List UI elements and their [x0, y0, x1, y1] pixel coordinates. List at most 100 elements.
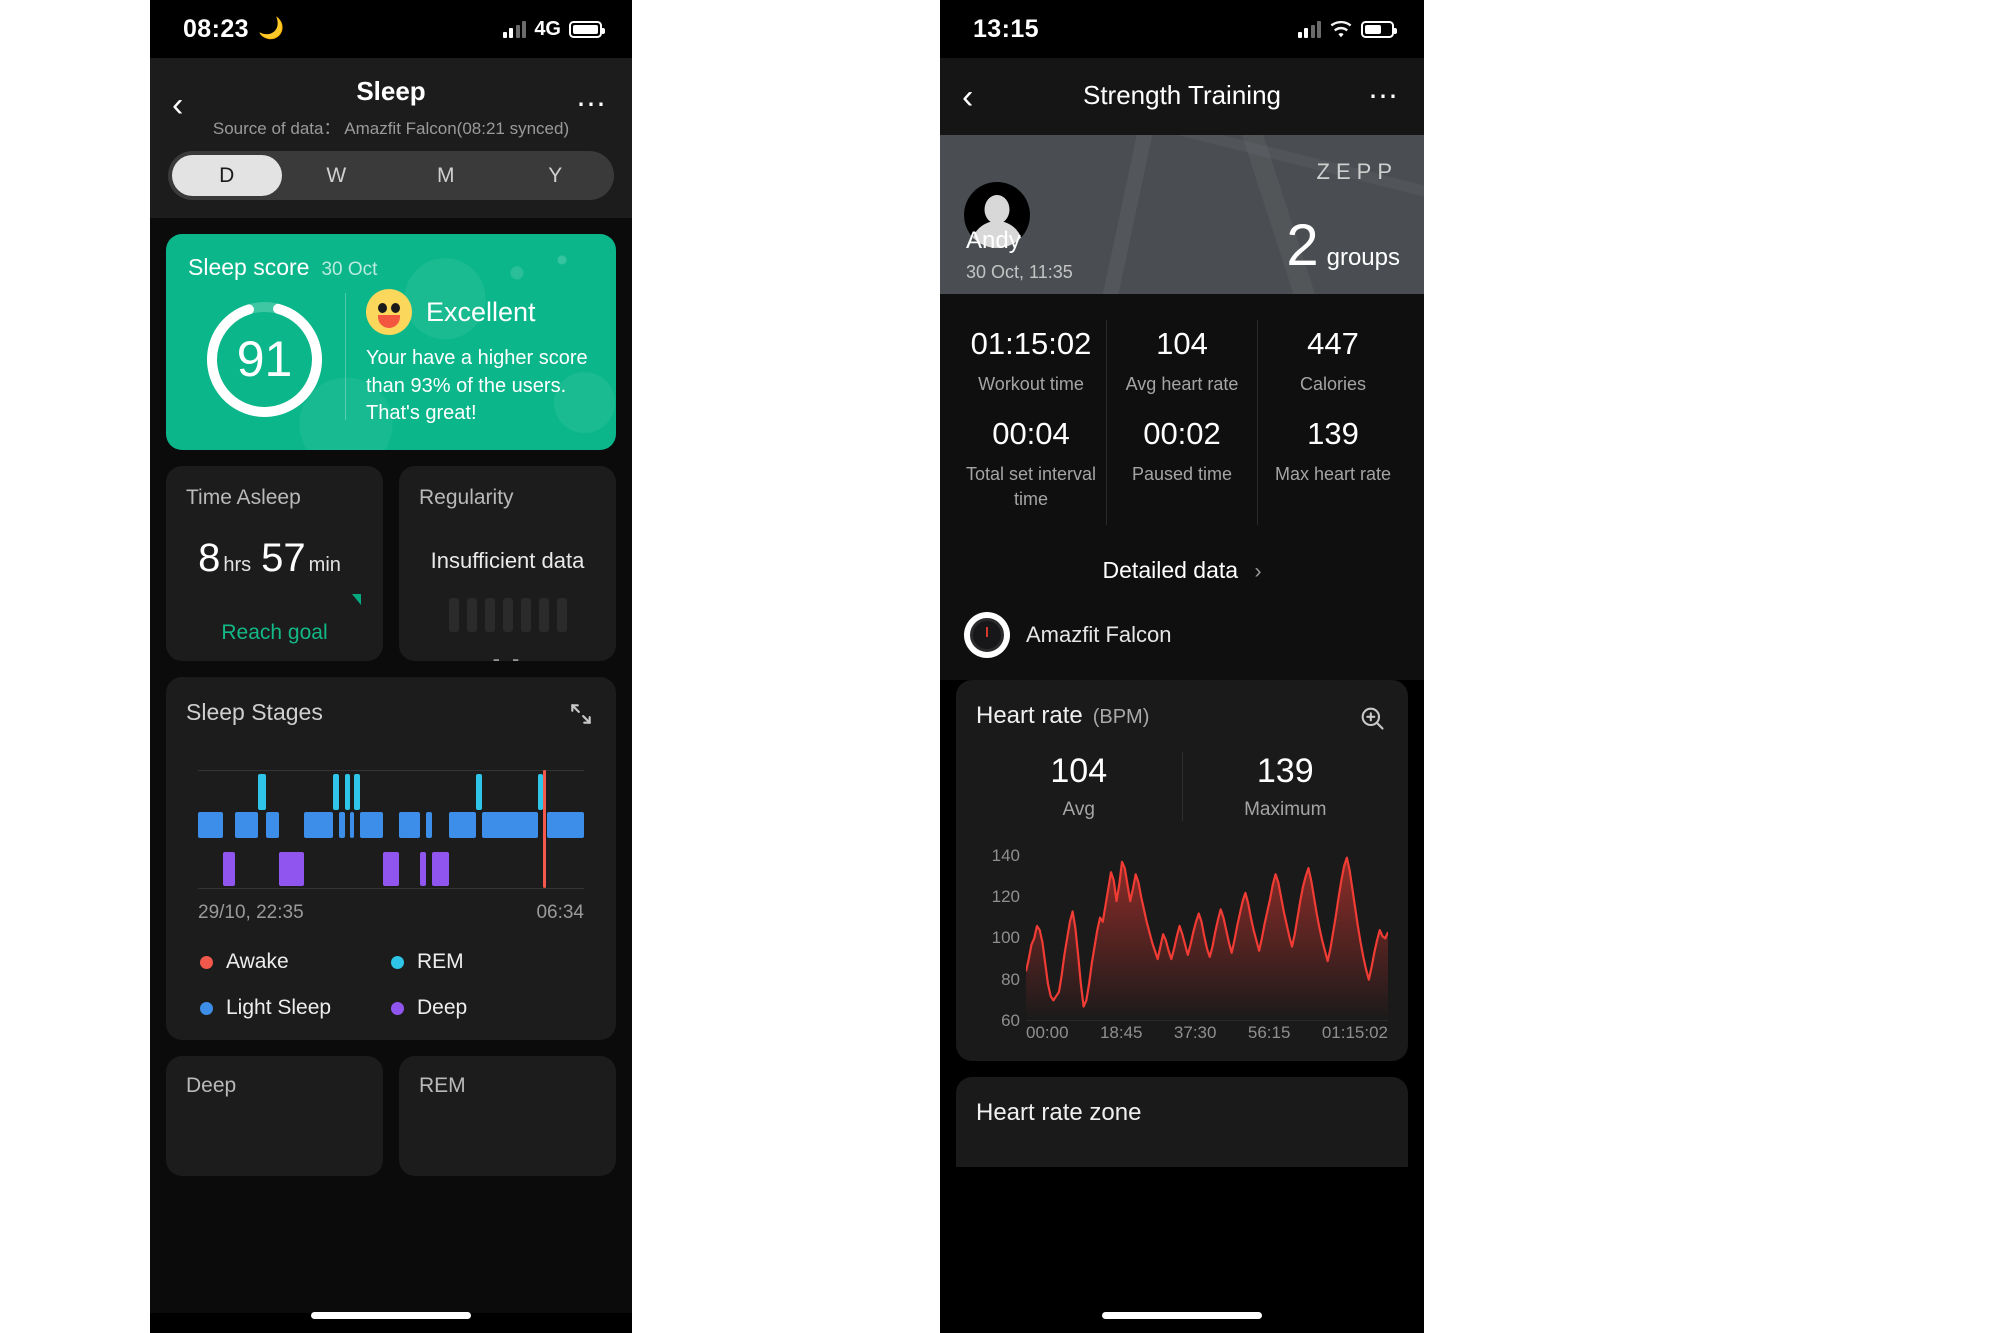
x-tick-label: 18:45: [1099, 1022, 1143, 1042]
sleep-start-time: 29/10, 22:35: [198, 902, 304, 923]
stat-label: Avg heart rate: [1125, 374, 1239, 394]
groups-value: 2: [1286, 212, 1319, 278]
zoom-in-icon[interactable]: [1358, 704, 1386, 732]
stat-label: Calories: [1299, 374, 1367, 394]
tab-month[interactable]: M: [391, 155, 501, 196]
sleep-end-time: 06:34: [536, 902, 584, 923]
sleep-stages-title: Sleep Stages: [186, 699, 323, 725]
sleep-score-date: 30 Oct: [321, 259, 378, 280]
stat-workout-time: 01:15:02 Workout time: [956, 320, 1107, 411]
sleep-stage-segment: [475, 774, 482, 810]
nav-bar-sleep: ‹ Sleep Source of data： Amazfit Falcon(0…: [150, 58, 632, 151]
user-name: Andy: [966, 227, 1021, 254]
x-tick-label: 01:15:02: [1321, 1022, 1388, 1042]
y-axis-labels: 60 80 100 120 140: [976, 835, 1020, 1030]
sleep-stage-segment: [425, 812, 432, 838]
sleep-stage-segment: [354, 774, 361, 810]
chevron-left-icon[interactable]: ‹: [172, 88, 183, 122]
x-tick-label: 00:00: [1026, 1022, 1069, 1042]
x-tick-label: 56:15: [1247, 1022, 1291, 1042]
deep-sleep-title: Deep: [186, 1074, 237, 1097]
sleep-rating: Excellent: [426, 296, 536, 327]
home-indicator: [311, 1312, 471, 1319]
legend-label: Deep: [417, 996, 468, 1019]
expand-icon[interactable]: [568, 701, 594, 727]
regularity-title: Regularity: [419, 486, 514, 509]
brand-logo: ΖΕΡΡ: [1316, 159, 1398, 184]
deep-sleep-card[interactable]: Deep: [166, 1056, 383, 1176]
legend-item-deep: Deep: [391, 996, 582, 1020]
more-horizontal-icon[interactable]: ⋯: [1368, 81, 1400, 112]
sleep-stages-chart: [198, 770, 584, 890]
time-asleep-hours: 8: [198, 536, 221, 580]
workout-hero: Andy 30 Oct, 11:35 ΖΕΡΡ 2 groups: [940, 135, 1424, 294]
heart-rate-avg-value: 104: [1050, 751, 1108, 790]
groups-label: groups: [1326, 243, 1400, 271]
detailed-data-label: Detailed data: [1102, 556, 1239, 583]
tab-year[interactable]: Y: [501, 155, 611, 196]
sleep-stage-segment: [383, 852, 399, 886]
phone-screen-workout: 13:15 ‹ Strength Training ⋯ Andy 30 Oct,…: [940, 0, 1424, 1333]
status-bar-left: 08:23 🌙 4G: [150, 0, 632, 58]
stat-value: 139: [1307, 416, 1359, 452]
regularity-value: Insufficient data: [430, 548, 585, 573]
status-indicators-left: 4G: [502, 18, 605, 41]
y-tick-label: 60: [1001, 1010, 1020, 1030]
stat-label: Max heart rate: [1274, 464, 1392, 485]
y-tick-label: 140: [991, 845, 1020, 865]
time-asleep-value: 8 hrs 57 min: [186, 536, 363, 581]
more-horizontal-icon[interactable]: ⋯: [576, 89, 608, 120]
heart-rate-chart: 60 80 100 120 140 00:00 18:45 37:30 56:15 01:15:…: [976, 835, 1388, 1043]
time-asleep-minutes: 57: [261, 536, 306, 580]
plot-area: [1026, 835, 1388, 1021]
sleep-stage-segment: [338, 812, 345, 838]
y-tick-label: 120: [991, 886, 1020, 906]
battery-icon: [1361, 20, 1397, 38]
signal-icon: [502, 20, 527, 38]
phone-screen-sleep: 08:23 🌙 4G ‹ Sleep Source of data： Amazf…: [150, 0, 632, 1333]
sleep-stage-segment: [279, 852, 305, 886]
time-asleep-minutes-unit: min: [308, 554, 341, 576]
workout-datetime: 30 Oct, 11:35: [966, 262, 1073, 282]
legend-label: Awake: [226, 950, 289, 973]
stat-avg-heart-rate: 104 Avg heart rate: [1107, 320, 1258, 411]
watch-icon: [964, 611, 1010, 658]
time-asleep-card[interactable]: Time Asleep 8 hrs 57 min Reach goal: [166, 466, 383, 661]
home-indicator: [1102, 1312, 1262, 1319]
sleep-stage-segment: [333, 774, 339, 810]
heart-rate-summary: 104 Avg 139 Maximum: [976, 751, 1389, 821]
stat-value: 447: [1307, 326, 1359, 361]
sleep-score-value: 91: [236, 331, 293, 388]
sleep-score-message: Your have a higher score than 93% of the…: [366, 347, 588, 425]
legend-label: Light Sleep: [226, 996, 332, 1019]
heart-rate-zone-card[interactable]: Heart rate zone: [956, 1076, 1408, 1167]
stat-paused-time: 00:02 Paused time: [1107, 410, 1258, 525]
stat-label: Workout time: [978, 374, 1084, 394]
data-source-label: Source of data： Amazfit Falcon(08:21 syn…: [212, 119, 570, 138]
legend-item-rem: REM: [391, 950, 582, 974]
stat-label: Paused time: [1131, 464, 1233, 485]
detailed-data-link[interactable]: Detailed data ›: [940, 540, 1424, 606]
regularity-card[interactable]: Regularity Insufficient data - -: [399, 466, 616, 671]
heart-rate-card[interactable]: Heart rate (BPM) 104 Avg 139 Maximum 60 …: [956, 679, 1408, 1061]
rem-title: REM: [419, 1074, 466, 1097]
time-asleep-hours-unit: hrs: [223, 554, 252, 576]
divider: [345, 293, 346, 420]
tab-week[interactable]: W: [282, 155, 392, 196]
battery-icon: [569, 20, 605, 38]
stat-max-heart-rate: 139 Max heart rate: [1258, 410, 1408, 525]
sleep-stage-segment: [223, 852, 235, 886]
heart-rate-zone-title: Heart rate zone: [976, 1098, 1142, 1126]
heart-rate-max: 139 Maximum: [1183, 752, 1389, 821]
heart-rate-max-value: 139: [1256, 751, 1314, 790]
moon-icon: 🌙: [257, 17, 285, 40]
rem-card[interactable]: REM: [399, 1056, 616, 1176]
sleep-score-card[interactable]: Sleep score 30 Oct 91 Excellent Your hav…: [166, 234, 616, 450]
tab-day[interactable]: D: [172, 155, 282, 196]
heart-rate-unit: (BPM): [1092, 705, 1150, 728]
status-time-value: 13:15: [973, 14, 1039, 43]
chevron-left-icon[interactable]: ‹: [962, 80, 973, 114]
signal-icon: [1297, 20, 1321, 38]
y-tick-label: 100: [991, 928, 1020, 948]
sleep-stages-card[interactable]: Sleep Stages 29/10, 22:35 06:34 Awake RE…: [166, 677, 616, 1040]
